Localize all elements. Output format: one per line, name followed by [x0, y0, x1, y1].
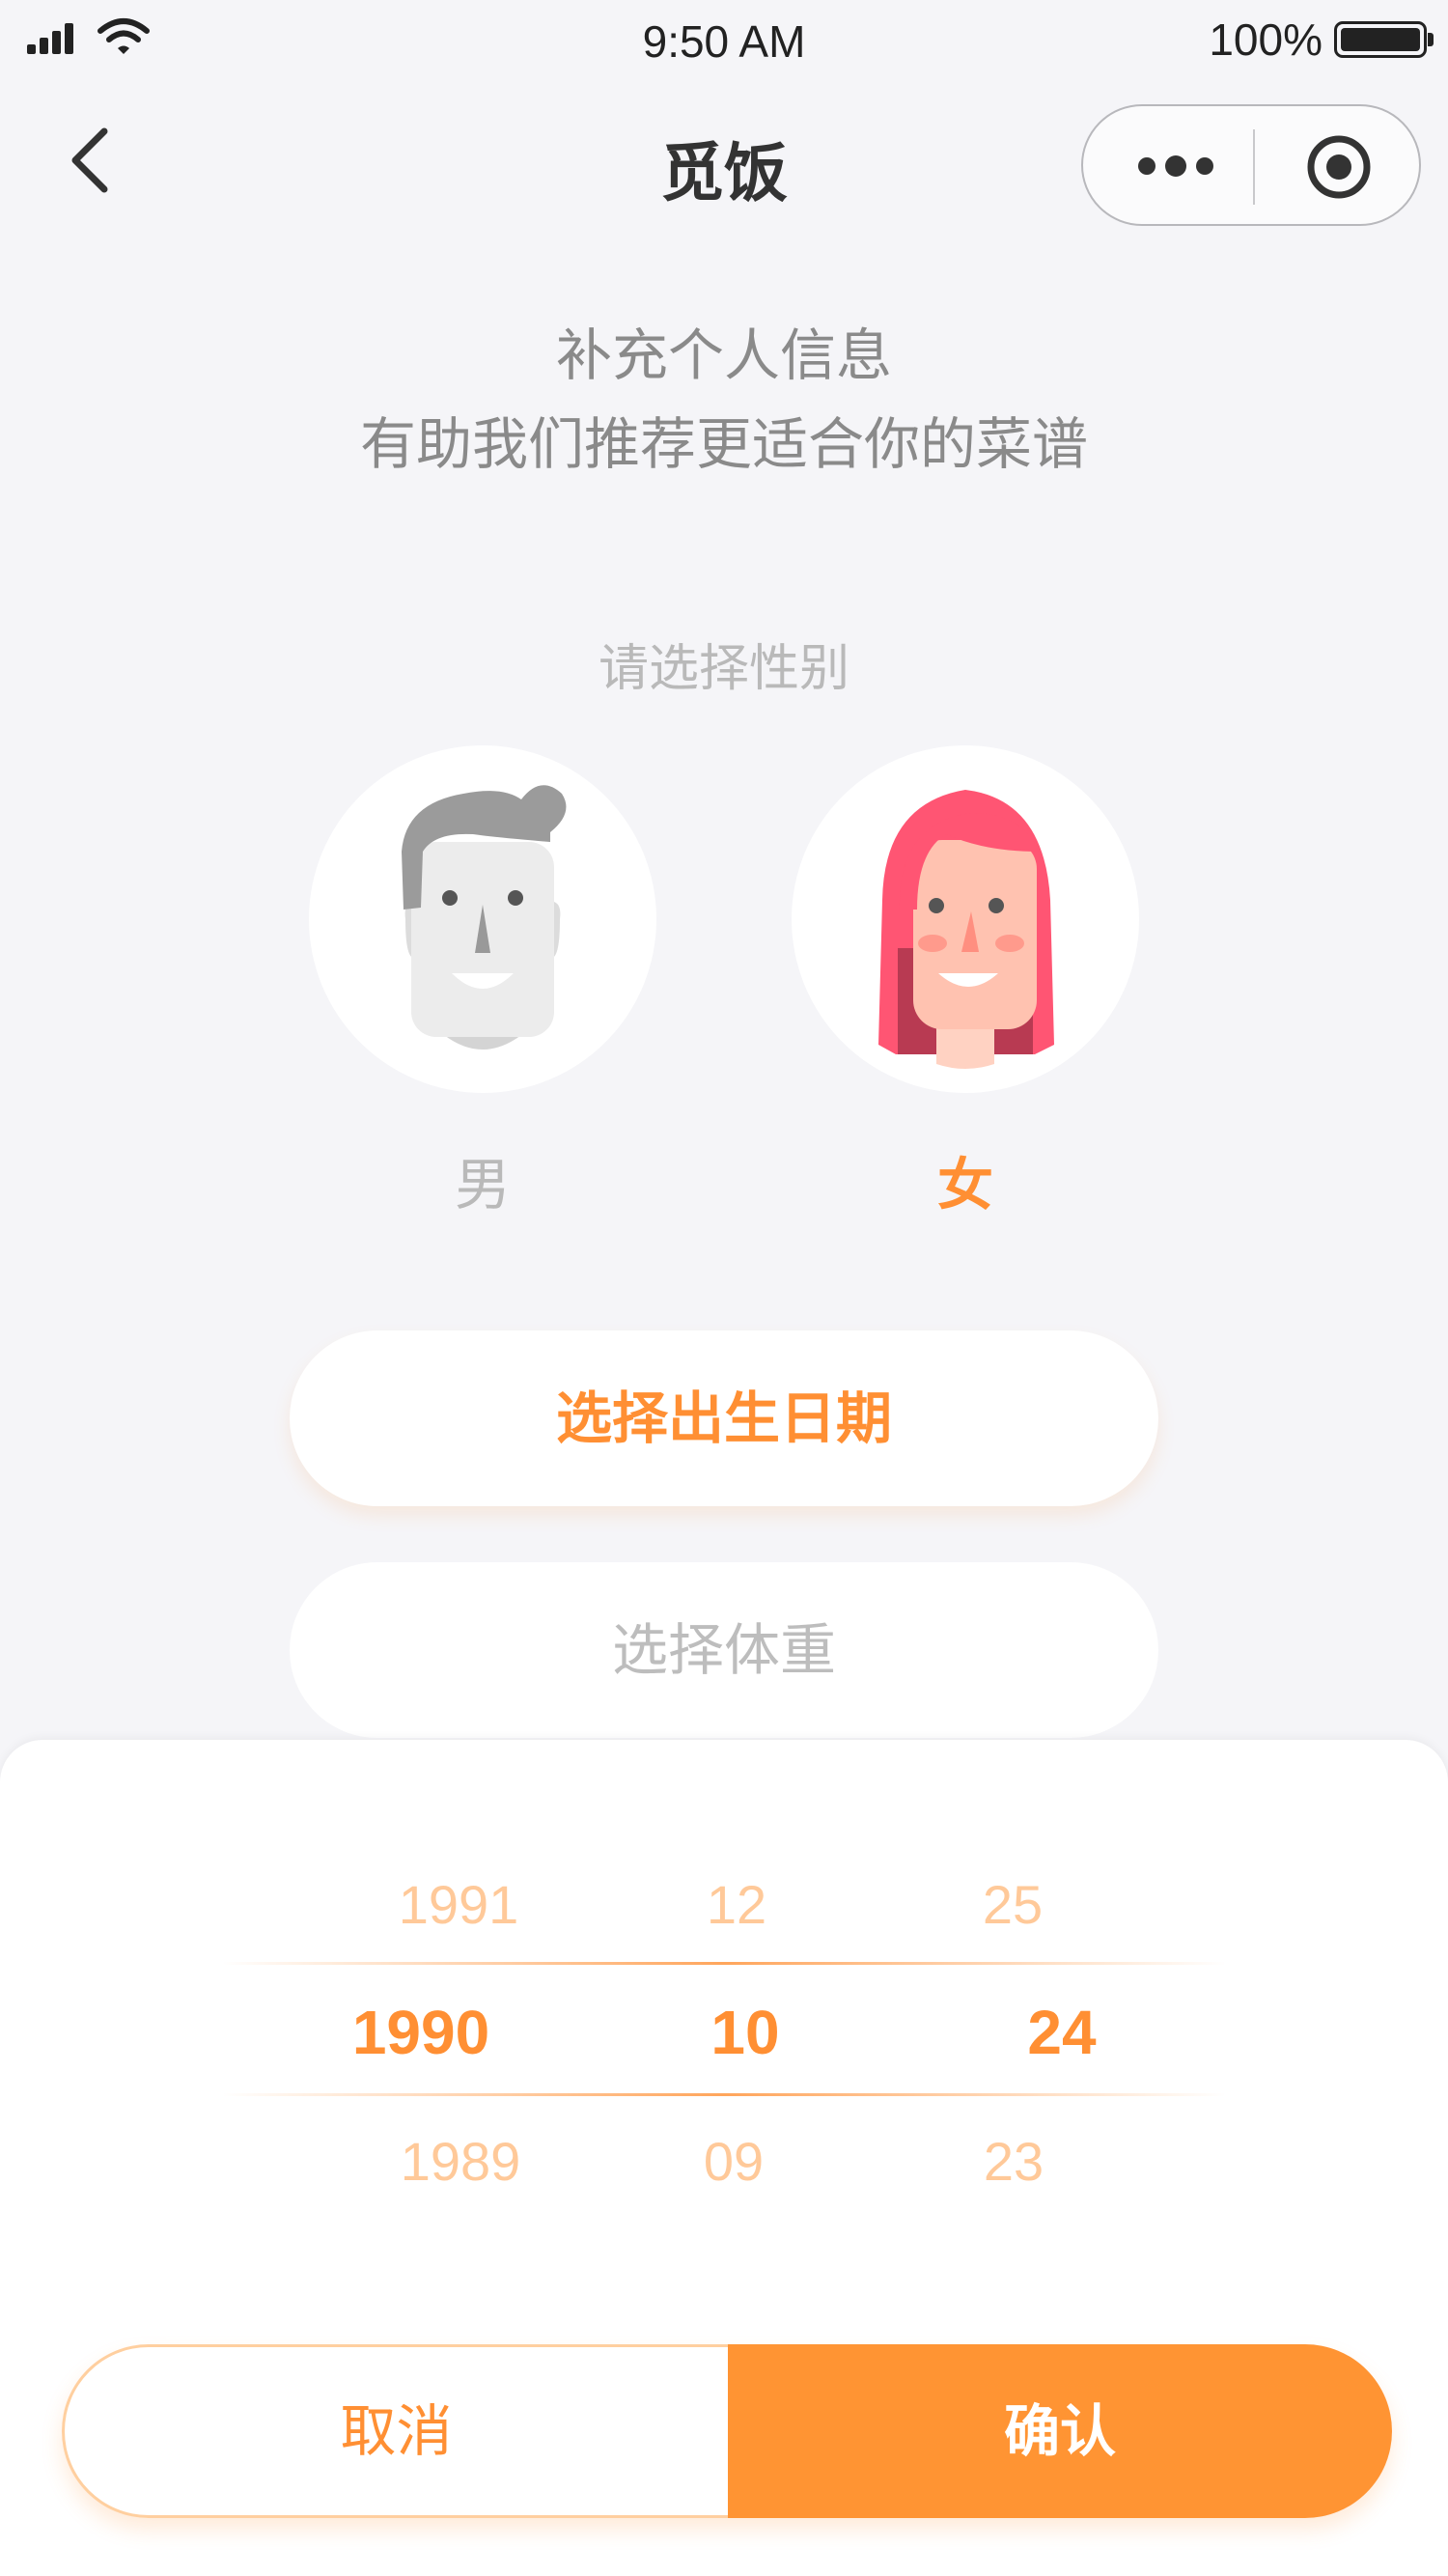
- gender-label-female[interactable]: 女: [792, 1139, 1139, 1220]
- picker-month-selected[interactable]: 10: [629, 1997, 861, 2068]
- nav-bar: 觅饭: [0, 87, 1448, 232]
- select-weight-button[interactable]: 选择体重: [290, 1562, 1158, 1738]
- battery-percentage: 100%: [1209, 14, 1323, 65]
- cancel-button[interactable]: 取消: [62, 2344, 728, 2518]
- mini-program-capsule: [1081, 104, 1421, 226]
- picker-highlight-top: [222, 1962, 1226, 1965]
- capsule-divider: [1253, 129, 1255, 205]
- picker-month-item[interactable]: 12: [621, 1873, 852, 1936]
- target-icon[interactable]: [1305, 133, 1373, 201]
- picker-day-item[interactable]: 23: [898, 2130, 1129, 2193]
- picker-year-item[interactable]: 1991: [343, 1873, 574, 1936]
- date-picker-sheet: 1991 1990 1989 12 10 09 25 24 23 取消 确认: [0, 1740, 1448, 2576]
- male-avatar-option[interactable]: [309, 745, 656, 1093]
- picker-action-buttons: 取消 确认: [62, 2344, 1392, 2518]
- intro-text: 补充个人信息 有助我们推荐更适合你的菜谱: [0, 311, 1448, 489]
- picker-highlight-bottom: [222, 2093, 1226, 2096]
- female-avatar-option[interactable]: [792, 745, 1139, 1093]
- male-avatar-icon: [402, 785, 567, 1050]
- picker-year-selected[interactable]: 1990: [305, 1997, 537, 2068]
- intro-line-1: 补充个人信息: [555, 322, 892, 388]
- intro-line-2: 有助我们推荐更适合你的菜谱: [359, 411, 1088, 477]
- gender-label-male[interactable]: 男: [309, 1139, 656, 1220]
- status-bar: 9:50 AM 100%: [0, 0, 1448, 87]
- gender-prompt: 请选择性别: [598, 640, 849, 698]
- picker-day-item[interactable]: 25: [897, 1873, 1128, 1936]
- female-avatar-icon: [878, 790, 1054, 1069]
- picker-month-item[interactable]: 09: [618, 2130, 849, 2193]
- more-dots-icon[interactable]: [1133, 145, 1230, 187]
- confirm-button[interactable]: 确认: [728, 2344, 1392, 2518]
- battery-icon: [1334, 21, 1434, 58]
- select-birth-date-button[interactable]: 选择出生日期: [290, 1330, 1158, 1506]
- picker-day-selected[interactable]: 24: [946, 1997, 1178, 2068]
- picker-year-item[interactable]: 1989: [345, 2130, 576, 2193]
